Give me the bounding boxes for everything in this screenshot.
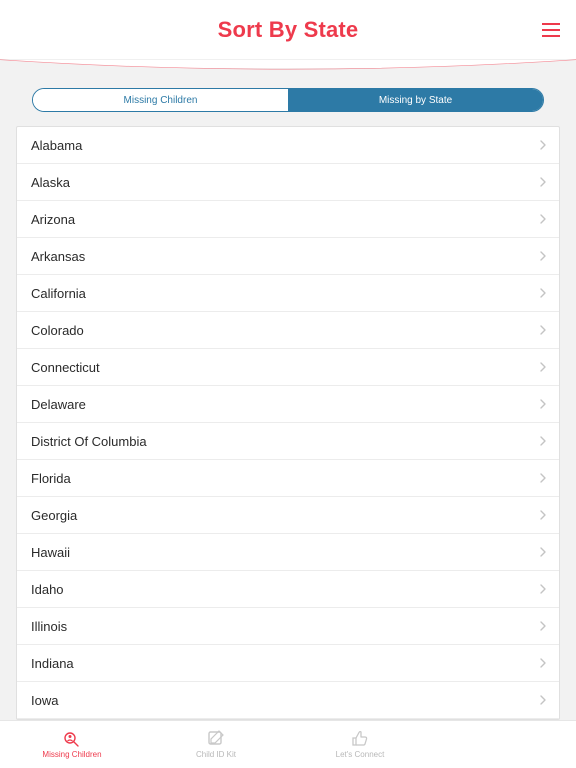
state-label: Iowa xyxy=(31,693,537,708)
state-row[interactable]: Arkansas xyxy=(17,238,559,275)
state-label: District Of Columbia xyxy=(31,434,537,449)
state-label: Georgia xyxy=(31,508,537,523)
chevron-right-icon xyxy=(537,361,549,373)
chevron-right-icon xyxy=(537,583,549,595)
chevron-right-icon xyxy=(537,213,549,225)
chevron-right-icon xyxy=(537,546,549,558)
state-row[interactable]: California xyxy=(17,275,559,312)
tab-empty-3 xyxy=(432,721,576,768)
chevron-right-icon xyxy=(537,139,549,151)
state-row[interactable]: Hawaii xyxy=(17,534,559,571)
header-divider xyxy=(0,60,576,68)
app-screen: Sort By State Missing ChildrenMissing by… xyxy=(0,0,576,768)
header: Sort By State xyxy=(0,0,576,60)
state-row[interactable]: Georgia xyxy=(17,497,559,534)
state-row[interactable]: Colorado xyxy=(17,312,559,349)
state-row[interactable]: Connecticut xyxy=(17,349,559,386)
state-label: Colorado xyxy=(31,323,537,338)
state-row[interactable]: Delaware xyxy=(17,386,559,423)
edit-square-icon xyxy=(206,730,226,748)
state-row[interactable]: Illinois xyxy=(17,608,559,645)
state-label: Connecticut xyxy=(31,360,537,375)
state-label: Florida xyxy=(31,471,537,486)
segment-missing-by-state[interactable]: Missing by State xyxy=(288,89,543,111)
state-row[interactable]: District Of Columbia xyxy=(17,423,559,460)
chevron-right-icon xyxy=(537,176,549,188)
chevron-right-icon xyxy=(537,657,549,669)
chevron-right-icon xyxy=(537,694,549,706)
chevron-right-icon xyxy=(537,620,549,632)
chevron-right-icon xyxy=(537,250,549,262)
tab-label: Let's Connect xyxy=(336,750,385,759)
tab-child-id-kit[interactable]: Child ID Kit xyxy=(144,721,288,768)
state-label: Alabama xyxy=(31,138,537,153)
chevron-right-icon xyxy=(537,509,549,521)
state-row[interactable]: Arizona xyxy=(17,201,559,238)
state-row[interactable]: Alabama xyxy=(17,127,559,164)
chevron-right-icon xyxy=(537,324,549,336)
state-row[interactable]: Idaho xyxy=(17,571,559,608)
state-label: Illinois xyxy=(31,619,537,634)
tab-label: Missing Children xyxy=(42,750,101,759)
state-label: California xyxy=(31,286,537,301)
state-label: Delaware xyxy=(31,397,537,412)
state-row[interactable]: Florida xyxy=(17,460,559,497)
thumbs-up-icon xyxy=(350,730,370,748)
chevron-right-icon xyxy=(537,398,549,410)
chevron-right-icon xyxy=(537,472,549,484)
segment-missing-children[interactable]: Missing Children xyxy=(33,89,288,111)
state-row[interactable]: Iowa xyxy=(17,682,559,719)
tab-missing-children[interactable]: Missing Children xyxy=(0,721,144,768)
page-title: Sort By State xyxy=(218,17,359,43)
tab-bar: Missing Children Child ID Kit Let's Connec… xyxy=(0,720,576,768)
state-label: Arizona xyxy=(31,212,537,227)
search-person-icon xyxy=(62,730,82,748)
segmented-control: Missing ChildrenMissing by State xyxy=(32,88,544,112)
state-label: Alaska xyxy=(31,175,537,190)
state-label: Arkansas xyxy=(31,249,537,264)
state-label: Indiana xyxy=(31,656,537,671)
blank-icon xyxy=(494,735,514,753)
tab-label: Child ID Kit xyxy=(196,750,236,759)
state-label: Hawaii xyxy=(31,545,537,560)
menu-icon[interactable] xyxy=(542,23,560,37)
state-row[interactable]: Indiana xyxy=(17,645,559,682)
state-row[interactable]: Alaska xyxy=(17,164,559,201)
tab-let-s-connect[interactable]: Let's Connect xyxy=(288,721,432,768)
state-list: Alabama Alaska Arizona Arkansas California Co… xyxy=(16,126,560,720)
content-area: Missing ChildrenMissing by State Alabama… xyxy=(0,68,576,720)
chevron-right-icon xyxy=(537,287,549,299)
chevron-right-icon xyxy=(537,435,549,447)
state-label: Idaho xyxy=(31,582,537,597)
